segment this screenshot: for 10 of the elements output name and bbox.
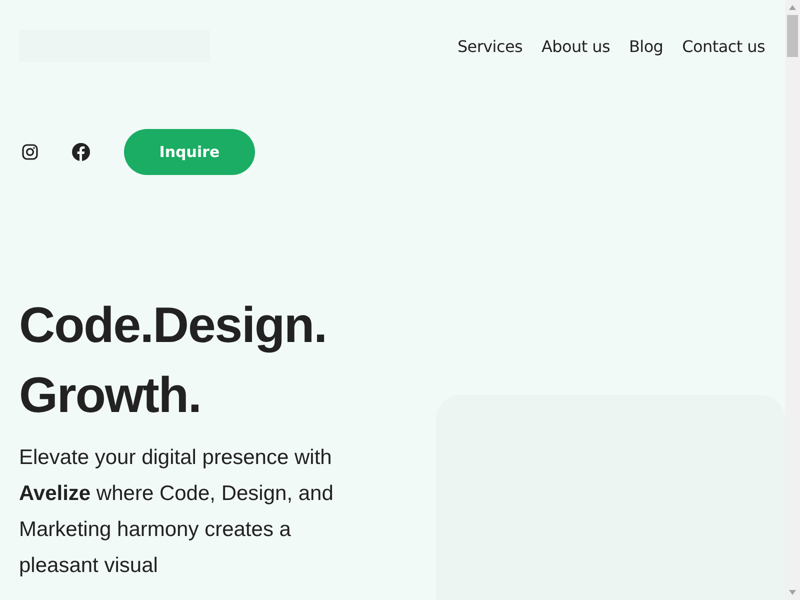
- instagram-icon[interactable]: [22, 144, 38, 160]
- facebook-icon[interactable]: [72, 143, 90, 161]
- nav-link[interactable]: Contact us: [682, 36, 765, 56]
- hero-description: Elevate your digital presence with Avelize where Code, Design, and Marketing harmony creates a pleasant visual: [19, 445, 334, 579]
- scrollbar-drawing[interactable]: [785, 0, 800, 600]
- nav-link[interactable]: Services: [457, 36, 523, 56]
- hero-heading: Growth.: [19, 366, 201, 425]
- nav-link[interactable]: About us: [542, 36, 610, 56]
- nav-link[interactable]: Blog: [629, 36, 664, 56]
- hero-heading: Code.Design.: [19, 296, 326, 355]
